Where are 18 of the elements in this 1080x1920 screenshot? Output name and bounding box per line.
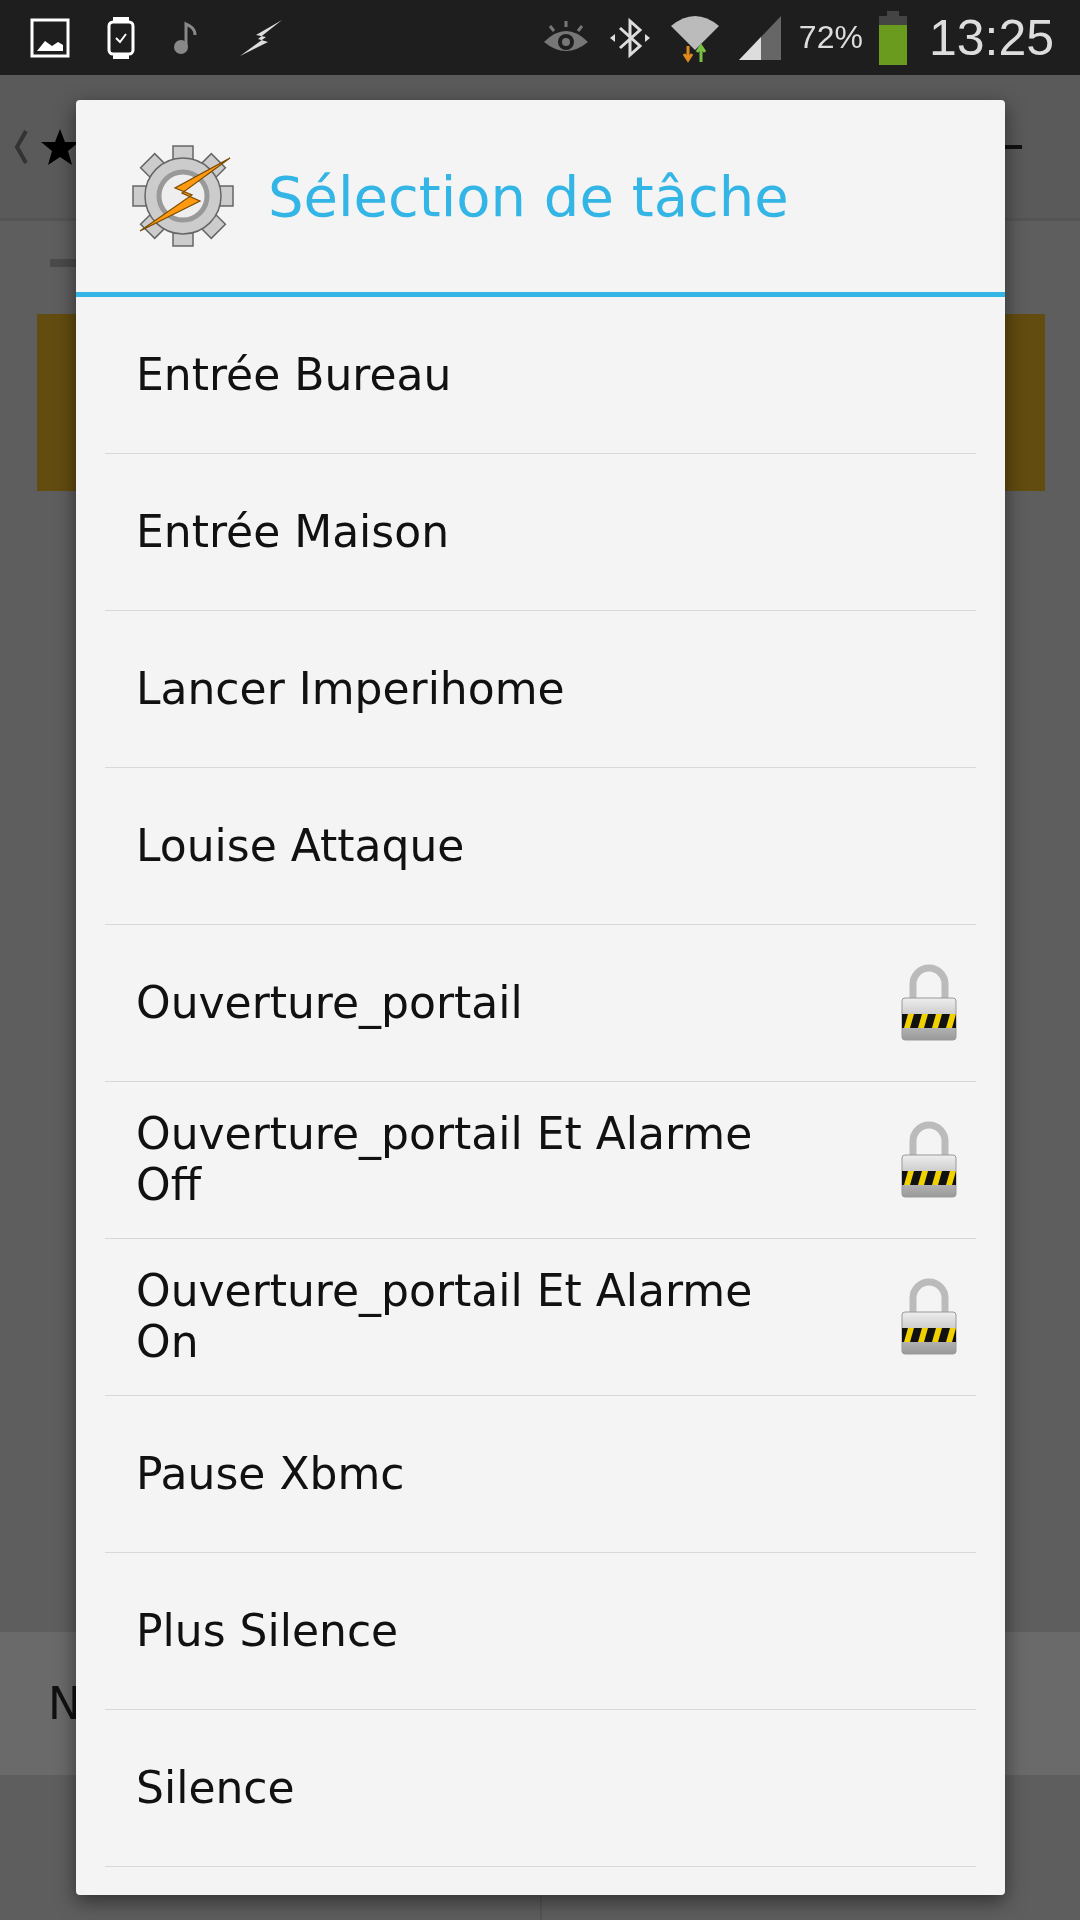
- watch-icon: [106, 14, 136, 61]
- gear-lightning-icon: [130, 143, 236, 249]
- task-item[interactable]: Ouverture_portail Et Alarme Off: [105, 1082, 976, 1239]
- task-item[interactable]: Entrée Bureau: [105, 297, 976, 454]
- battery-percentage: 72%: [798, 19, 863, 56]
- task-item[interactable]: Lancer Imperihome: [105, 611, 976, 768]
- clock: 13:25: [928, 8, 1054, 67]
- task-item[interactable]: Plus Silence: [105, 1553, 976, 1710]
- task-item[interactable]: Silence: [105, 1710, 976, 1867]
- task-item[interactable]: Ouverture_portail: [105, 925, 976, 1082]
- task-item[interactable]: Pause Xbmc: [105, 1396, 976, 1553]
- task-item[interactable]: Entrée Maison: [105, 454, 976, 611]
- task-item[interactable]: Louise Attaque: [105, 768, 976, 925]
- battery-icon: [878, 10, 907, 65]
- image-icon: [30, 17, 70, 58]
- dialog-title: Sélection de tâche: [268, 163, 789, 229]
- back-chevron-icon: [14, 128, 28, 165]
- task-item[interactable]: Ouverture_portail Et Alarme On: [105, 1239, 976, 1396]
